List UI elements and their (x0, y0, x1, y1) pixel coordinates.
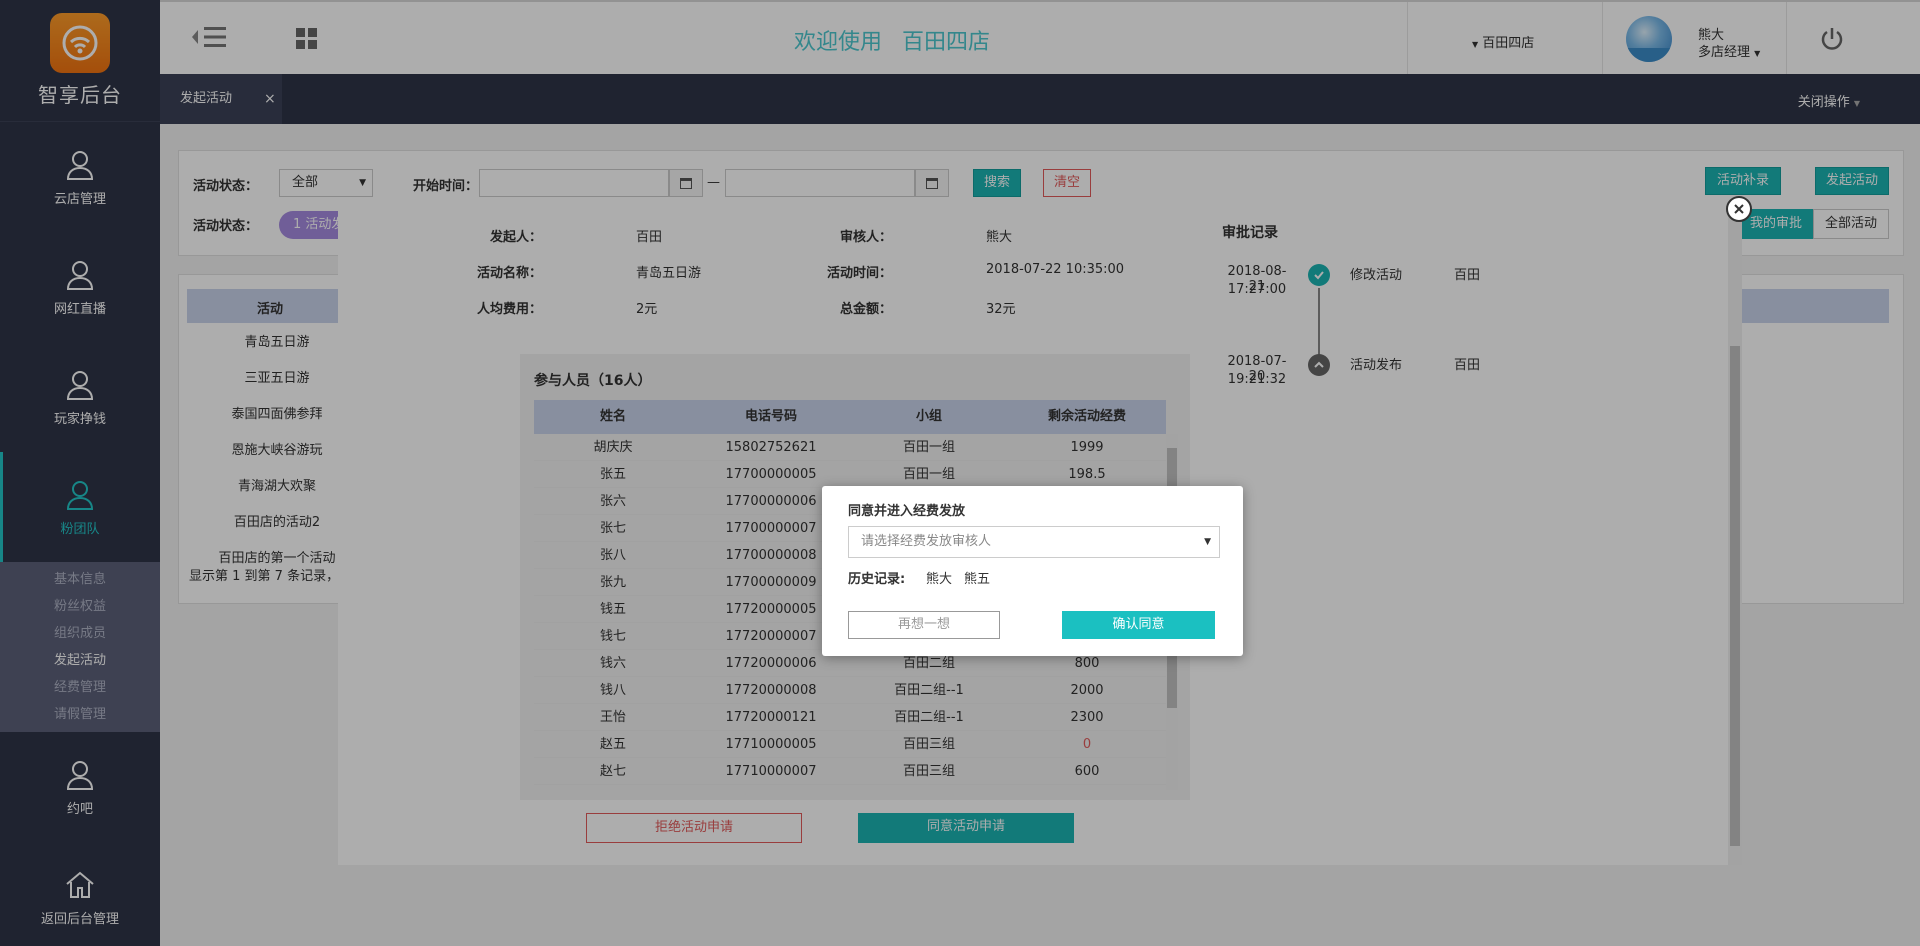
record-user: 百田 (1454, 358, 1481, 373)
table-cell: 17710000007 (725, 764, 817, 779)
table-cell: 张八 (599, 548, 626, 563)
per-cost-label: 人均费用： (476, 302, 542, 317)
column-header-remaining-funds: 剩余活动经费 (1047, 409, 1126, 424)
table-cell: 17710000005 (725, 737, 817, 752)
table-cell: 王怡 (599, 710, 626, 725)
history-item[interactable]: 熊五 (964, 568, 990, 587)
reviewer-label: 审核人： (839, 230, 892, 245)
table-row[interactable]: 赵五 17710000005 百田三组 0 (534, 731, 1166, 758)
table-cell: 17720000008 (725, 683, 817, 698)
table-cell: 百田三组 (902, 737, 955, 752)
confirm-agree-button[interactable]: 确认同意 (1062, 611, 1215, 639)
record-action: 活动发布 (1350, 358, 1403, 373)
confirm-title: 同意并进入经费发放 (848, 504, 966, 519)
history-label: 历史记录: (848, 572, 906, 587)
table-cell: 0 (1082, 737, 1092, 752)
column-header-group: 小组 (915, 409, 942, 424)
table-cell: 百田一组 (902, 467, 955, 482)
table-cell: 钱五 (599, 602, 626, 617)
activity-time-value: 2018-07-22 10:35:00 (986, 262, 1125, 277)
table-cell: 1999 (1070, 440, 1104, 455)
table-row[interactable]: 张五 17700000005 百田一组 198.5 (534, 461, 1166, 488)
per-cost-value: 2元 (636, 302, 658, 317)
table-cell: 2000 (1070, 683, 1104, 698)
table-cell: 张六 (599, 494, 626, 509)
record-time: 17:27:00 (1227, 282, 1287, 297)
record-time: 19:21:32 (1227, 372, 1287, 387)
table-cell: 百田一组 (902, 440, 955, 455)
activity-name-value: 青岛五日游 (636, 266, 702, 281)
table-row[interactable]: 钱八 17720000008 百田二组--1 2000 (534, 677, 1166, 704)
chevron-up-icon (1308, 354, 1330, 376)
table-cell: 赵五 (599, 737, 626, 752)
table-header: 姓名 电话号码 小组 剩余活动经费 (534, 400, 1166, 434)
activity-name-label: 活动名称： (476, 266, 542, 281)
table-cell: 赵七 (599, 764, 626, 779)
table-cell: 15802752621 (725, 440, 817, 455)
check-icon (1308, 264, 1330, 286)
modal-scrollbar[interactable] (1728, 208, 1742, 865)
table-cell: 198.5 (1068, 467, 1106, 482)
table-cell: 钱六 (599, 656, 626, 671)
table-cell: 17720000121 (725, 710, 817, 725)
table-cell: 600 (1074, 764, 1100, 779)
close-icon[interactable] (1726, 196, 1752, 222)
scrollbar-thumb[interactable] (1730, 346, 1740, 846)
table-row[interactable]: 赵七 17710000007 百田三组 600 (534, 758, 1166, 785)
table-cell: 钱七 (599, 629, 626, 644)
column-header-name: 姓名 (599, 409, 626, 424)
initiator-value: 百田 (636, 230, 663, 245)
table-cell: 百田三组 (902, 764, 955, 779)
table-cell: 百田二组--1 (894, 683, 964, 698)
activity-time-label: 活动时间： (826, 266, 892, 281)
confirm-dialog: 同意并进入经费发放 请选择经费发放审核人 ▼ 历史记录: 熊大 熊五 再想一想 确… (822, 486, 1243, 656)
participants-title: 参与人员（16人） (534, 373, 652, 389)
history-item[interactable]: 熊大 (926, 568, 952, 587)
caret-down-icon: ▼ (1204, 537, 1211, 547)
reviewer-value: 熊大 (986, 230, 1013, 245)
total-label: 总金额： (839, 302, 892, 317)
table-cell: 2300 (1070, 710, 1104, 725)
record-action: 修改活动 (1350, 268, 1403, 283)
rethink-button[interactable]: 再想一想 (848, 611, 1000, 639)
table-cell: 钱八 (599, 683, 626, 698)
reviewer-select[interactable]: 请选择经费发放审核人 ▼ (848, 526, 1220, 558)
approval-records-title: 审批记录 (1222, 225, 1278, 241)
table-cell: 胡庆庆 (593, 440, 633, 455)
initiator-label: 发起人： (489, 230, 542, 245)
table-cell: 张九 (599, 575, 626, 590)
approve-activity-button[interactable]: 同意活动申请 (858, 813, 1074, 843)
reject-activity-button[interactable]: 拒绝活动申请 (586, 813, 802, 843)
table-cell: 张七 (599, 521, 626, 536)
column-header-phone: 电话号码 (744, 409, 797, 424)
table-row[interactable]: 王怡 17720000121 百田二组--1 2300 (534, 704, 1166, 731)
table-cell: 17700000005 (725, 467, 817, 482)
table-row[interactable]: 胡庆庆 15802752621 百田一组 1999 (534, 434, 1166, 461)
table-cell: 张五 (599, 467, 626, 482)
table-cell: 百田二组--1 (894, 710, 964, 725)
total-value: 32元 (986, 302, 1016, 317)
record-user: 百田 (1454, 268, 1481, 283)
timeline-line (1318, 288, 1320, 358)
